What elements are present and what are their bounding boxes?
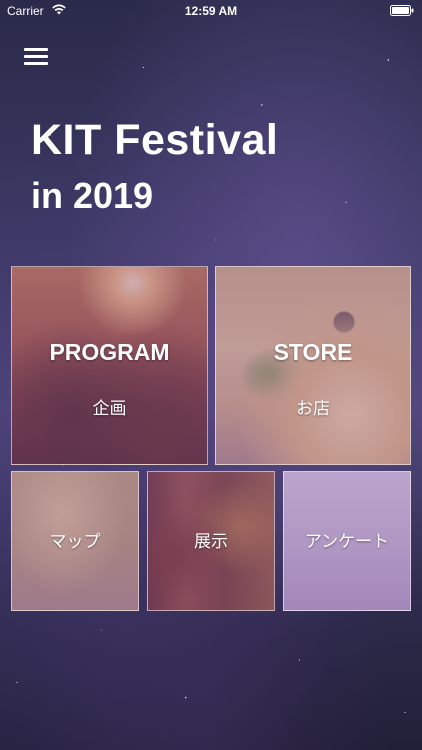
exhibit-tile[interactable]: 展示 [147, 471, 275, 611]
menu-bar-middle [24, 55, 48, 58]
status-bar: Carrier 12:59 AM [0, 0, 422, 22]
map-tile[interactable]: マップ [11, 471, 139, 611]
program-subtitle: 企画 [92, 399, 127, 419]
program-tile[interactable]: PROGRAM 企画 [11, 266, 208, 465]
store-title: STORE [273, 339, 353, 365]
menu-bar-top [24, 48, 48, 51]
exhibit-label: 展示 [194, 532, 228, 552]
battery-icon [390, 5, 414, 16]
status-time: 12:59 AM [184, 4, 238, 18]
store-subtitle: お店 [296, 399, 330, 419]
page-subtitle: in 2019 [31, 175, 154, 216]
map-label: マップ [49, 532, 101, 552]
survey-tile[interactable]: アンケート [283, 471, 411, 611]
menu-bar-bottom [24, 62, 48, 65]
store-tile[interactable]: STORE お店 [215, 266, 411, 465]
hamburger-menu-icon[interactable] [24, 46, 48, 66]
survey-label: アンケート [304, 532, 390, 552]
page-title: KIT Festival [31, 116, 279, 164]
program-title: PROGRAM [49, 339, 170, 365]
